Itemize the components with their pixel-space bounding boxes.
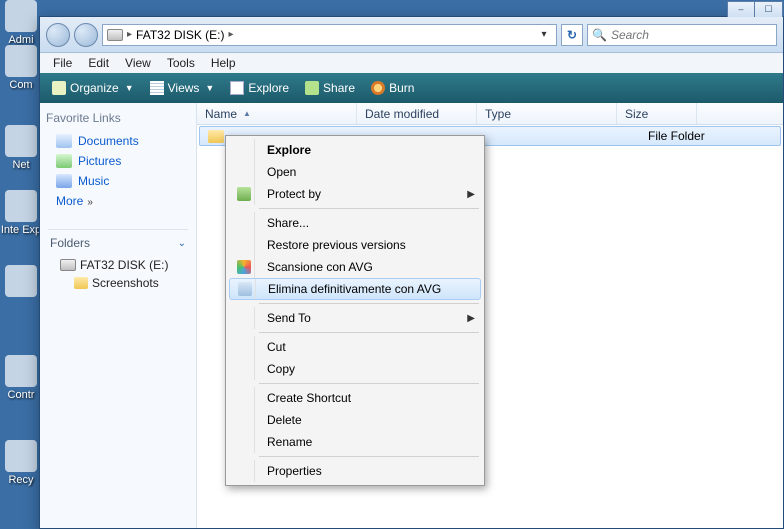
sidebar-more[interactable]: More» <box>46 191 190 211</box>
ctx-protect-by[interactable]: Protect by▶ <box>229 183 481 205</box>
search-box[interactable]: 🔍 <box>587 24 777 46</box>
menu-help[interactable]: Help <box>204 55 243 71</box>
ctx-create-shortcut[interactable]: Create Shortcut <box>229 387 481 409</box>
column-headers: Name▲ Date modified Type Size <box>197 103 783 125</box>
desktop-icon[interactable]: Recy <box>0 440 42 486</box>
desktop-icon[interactable]: Inte Exp <box>0 190 42 236</box>
separator <box>259 456 479 457</box>
menu-tools[interactable]: Tools <box>160 55 202 71</box>
share-button[interactable]: Share <box>299 78 361 98</box>
organize-icon <box>52 81 66 95</box>
favorite-links-title: Favorite Links <box>46 111 190 125</box>
chevron-down-icon: ⌄ <box>178 238 186 249</box>
separator <box>259 208 479 209</box>
minimize-button[interactable]: – <box>727 1 755 17</box>
breadcrumb-arrow[interactable]: ▸ <box>229 29 234 40</box>
column-type[interactable]: Type <box>477 103 617 124</box>
desktop-icon[interactable] <box>0 265 42 299</box>
ctx-share[interactable]: Share... <box>229 212 481 234</box>
tree-item-drive[interactable]: FAT32 DISK (E:) <box>46 256 190 274</box>
ctx-send-to[interactable]: Send To▶ <box>229 307 481 329</box>
burn-button[interactable]: Burn <box>365 78 420 98</box>
navigation-pane: Favorite Links Documents Pictures Music … <box>40 103 197 528</box>
ctx-explore[interactable]: Explore <box>229 139 481 161</box>
maximize-button[interactable]: ☐ <box>755 1 783 17</box>
command-toolbar: Organize▼ Views▼ Explore Share Burn <box>40 73 783 103</box>
organize-button[interactable]: Organize▼ <box>46 78 140 98</box>
ctx-restore-versions[interactable]: Restore previous versions <box>229 234 481 256</box>
desktop-icon[interactable]: Admi <box>0 0 42 46</box>
window-controls: – ☐ <box>727 1 783 17</box>
folders-header[interactable]: Folders ⌄ <box>48 229 188 252</box>
avg-icon <box>237 260 251 274</box>
sidebar-item-pictures[interactable]: Pictures <box>46 151 190 171</box>
burn-icon <box>371 81 385 95</box>
sidebar-item-music[interactable]: Music <box>46 171 190 191</box>
ctx-open[interactable]: Open <box>229 161 481 183</box>
nav-forward-button[interactable] <box>74 23 98 47</box>
submenu-arrow-icon: ▶ <box>467 189 475 200</box>
lock-icon <box>237 187 251 201</box>
column-name[interactable]: Name▲ <box>197 103 357 124</box>
explore-icon <box>230 81 244 95</box>
ctx-rename[interactable]: Rename <box>229 431 481 453</box>
views-icon <box>150 81 164 95</box>
separator <box>259 332 479 333</box>
desktop-icon[interactable]: Net <box>0 125 42 171</box>
ctx-delete[interactable]: Delete <box>229 409 481 431</box>
views-button[interactable]: Views▼ <box>144 78 221 98</box>
file-type-cell: File Folder <box>640 129 780 143</box>
ctx-shred-avg[interactable]: Elimina definitivamente con AVG <box>229 278 481 300</box>
address-dropdown[interactable]: ▾ <box>536 29 552 40</box>
ctx-scan-avg[interactable]: Scansione con AVG <box>229 256 481 278</box>
sort-asc-icon: ▲ <box>243 109 251 118</box>
menu-view[interactable]: View <box>118 55 158 71</box>
desktop-icon[interactable]: Com <box>0 45 42 91</box>
separator <box>259 303 479 304</box>
menu-file[interactable]: File <box>46 55 79 71</box>
desktop-icon[interactable]: Contr <box>0 355 42 401</box>
context-menu: Explore Open Protect by▶ Share... Restor… <box>225 135 485 486</box>
search-input[interactable] <box>611 28 772 42</box>
separator <box>259 383 479 384</box>
drive-icon <box>107 29 123 41</box>
ctx-properties[interactable]: Properties <box>229 460 481 482</box>
ctx-cut[interactable]: Cut <box>229 336 481 358</box>
tree-item-screenshots[interactable]: Screenshots <box>46 274 190 292</box>
breadcrumb-drive[interactable]: FAT32 DISK (E:) <box>136 28 224 42</box>
shredder-icon <box>238 282 252 296</box>
music-icon <box>56 174 72 188</box>
column-date[interactable]: Date modified <box>357 103 477 124</box>
nav-toolbar: ▸ FAT32 DISK (E:) ▸ ▾ ↻ 🔍 <box>40 17 783 53</box>
address-bar[interactable]: ▸ FAT32 DISK (E:) ▸ ▾ <box>102 24 557 46</box>
breadcrumb-arrow[interactable]: ▸ <box>127 29 132 40</box>
submenu-arrow-icon: ▶ <box>467 313 475 324</box>
sidebar-item-documents[interactable]: Documents <box>46 131 190 151</box>
column-size[interactable]: Size <box>617 103 697 124</box>
documents-icon <box>56 134 72 148</box>
menu-bar: File Edit View Tools Help <box>40 53 783 73</box>
ctx-copy[interactable]: Copy <box>229 358 481 380</box>
share-icon <box>305 81 319 95</box>
explore-button[interactable]: Explore <box>224 78 295 98</box>
drive-icon <box>60 259 76 271</box>
search-icon: 🔍 <box>592 28 607 42</box>
menu-edit[interactable]: Edit <box>81 55 116 71</box>
pictures-icon <box>56 154 72 168</box>
folder-icon <box>74 277 88 289</box>
refresh-button[interactable]: ↻ <box>561 24 583 46</box>
nav-back-button[interactable] <box>46 23 70 47</box>
folder-icon <box>208 130 224 143</box>
